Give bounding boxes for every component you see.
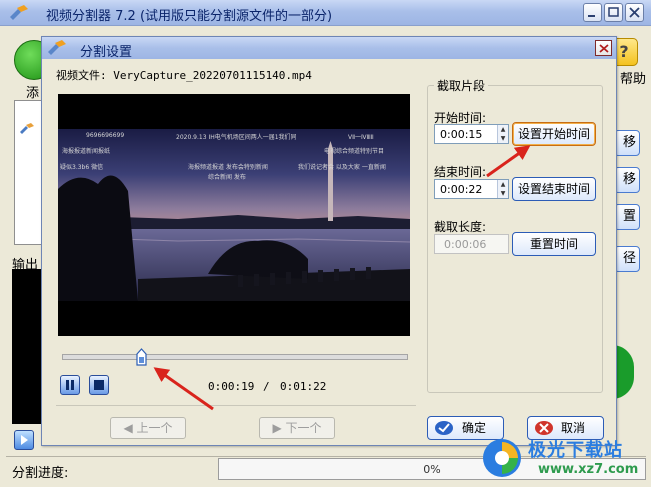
move-down-button[interactable]: 移 bbox=[614, 167, 640, 193]
close-button[interactable] bbox=[625, 3, 644, 22]
dialog-title: 分割设置 bbox=[80, 45, 133, 60]
spin-up-icon[interactable]: ▲ bbox=[498, 180, 508, 189]
dialog-app-icon bbox=[48, 40, 66, 55]
pause-button[interactable] bbox=[60, 375, 80, 395]
spin-down-icon[interactable]: ▼ bbox=[498, 134, 508, 143]
help-label: 帮助 bbox=[620, 72, 647, 87]
play-icon bbox=[21, 435, 28, 445]
watermark-logo bbox=[483, 439, 521, 477]
next-label: 下一个 bbox=[285, 421, 322, 435]
video-file-label: 视频文件: VeryCapture_20220701115140.mp4 bbox=[56, 69, 312, 82]
overlay-text: 疑似3.3b6 微信 bbox=[60, 164, 104, 171]
set-start-time-button[interactable]: 设置开始时间 bbox=[512, 122, 596, 146]
stop-button[interactable] bbox=[89, 375, 109, 395]
next-button[interactable]: ▶ 下一个 bbox=[259, 417, 335, 439]
play-button[interactable] bbox=[14, 430, 34, 450]
stop-icon bbox=[94, 380, 104, 390]
pause-icon bbox=[66, 380, 74, 390]
watermark-url: www.xz7.com bbox=[538, 462, 639, 477]
overlay-text: 2020.9.13 IH电气机场区间两人一届1我们同 bbox=[176, 134, 297, 141]
end-time-input[interactable]: 0:00:22 ▲ ▼ bbox=[434, 179, 509, 199]
current-time: 0:00:19 bbox=[208, 380, 255, 393]
chevron-right-icon: ▶ bbox=[272, 421, 282, 435]
previous-label: 上一个 bbox=[136, 421, 173, 435]
overlay-text: 海报报道新闻报纸 bbox=[62, 148, 111, 155]
time-separator: / bbox=[263, 380, 270, 393]
maximize-icon bbox=[608, 7, 619, 17]
previous-button[interactable]: ◀ 上一个 bbox=[110, 417, 186, 439]
overlay-text: 9696696699 bbox=[86, 132, 125, 139]
watermark: 极光下载站 www.xz7.com bbox=[480, 434, 648, 484]
seek-track[interactable] bbox=[62, 354, 408, 360]
dialog-close-button[interactable] bbox=[595, 40, 612, 56]
split-settings-dialog: 分割设置 视频文件: VeryCapture_20220701115140.mp… bbox=[41, 36, 617, 446]
clip-length-label: 截取长度: bbox=[434, 220, 487, 234]
main-window-title: 视频分割器 7.2 (试用版只能分割源文件的一部分) bbox=[46, 9, 333, 24]
check-icon bbox=[435, 421, 453, 435]
move-up-button[interactable]: 移 bbox=[614, 130, 640, 156]
start-time-input[interactable]: 0:00:15 ▲ ▼ bbox=[434, 124, 509, 144]
chevron-left-icon: ◀ bbox=[123, 421, 133, 435]
reset-time-button[interactable]: 重置时间 bbox=[512, 232, 596, 256]
minimize-icon bbox=[588, 15, 595, 17]
start-time-value: 0:00:15 bbox=[440, 128, 483, 141]
overlay-text: 我们说记者会 以及大家 一直新闻 bbox=[298, 164, 386, 171]
maximize-button[interactable] bbox=[604, 3, 623, 22]
close-icon bbox=[629, 7, 640, 18]
overlay-text: 海报频道报道 发布会特别新闻 bbox=[188, 164, 268, 171]
set-end-time-button[interactable]: 设置结束时间 bbox=[512, 177, 596, 201]
close-icon bbox=[599, 44, 609, 53]
clip-length-field: 0:00:06 bbox=[434, 234, 509, 254]
spin-down-icon[interactable]: ▼ bbox=[498, 189, 508, 198]
overlay-text: 综合新闻 发布 bbox=[208, 174, 246, 181]
minimize-button[interactable] bbox=[583, 3, 602, 22]
main-title-bar: 视频分割器 7.2 (试用版只能分割源文件的一部分) bbox=[0, 0, 651, 26]
end-time-label: 结束时间: bbox=[434, 165, 487, 179]
divider bbox=[56, 405, 416, 406]
end-time-value: 0:00:22 bbox=[440, 183, 483, 196]
watermark-name: 极光下载站 bbox=[528, 440, 623, 461]
dialog-title-bar: 分割设置 bbox=[42, 37, 616, 60]
total-time: 0:01:22 bbox=[280, 380, 327, 393]
video-file-icon bbox=[20, 123, 34, 134]
clip-group-title: 截取片段 bbox=[434, 77, 489, 94]
path-button[interactable]: 径 bbox=[614, 246, 640, 272]
overlay-text: 电视综合频道特别节目 bbox=[324, 148, 385, 155]
add-file-label: 添 bbox=[26, 86, 40, 101]
spin-up-icon[interactable]: ▲ bbox=[498, 125, 508, 134]
app-icon bbox=[10, 5, 28, 20]
seek-thumb[interactable] bbox=[136, 348, 147, 366]
video-preview[interactable]: 9696696699 2020.9.13 IH电气机场区间两人一届1我们同 ⅤⅡ… bbox=[58, 94, 410, 336]
overlay-text: ⅤⅡ一ⅣⅢⅡ bbox=[348, 134, 374, 141]
setting-button[interactable]: 置 bbox=[614, 204, 640, 230]
clip-length-value: 0:00:06 bbox=[444, 238, 487, 251]
progress-label: 分割进度: bbox=[12, 466, 69, 481]
